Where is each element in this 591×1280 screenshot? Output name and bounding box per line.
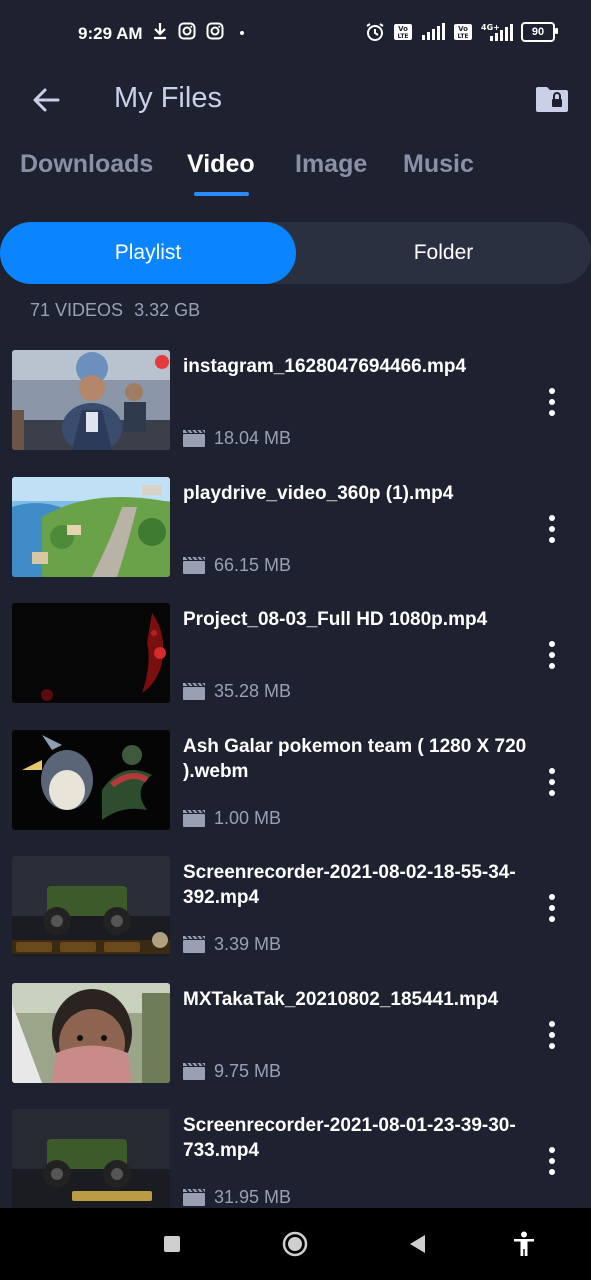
video-meta: 31.95 MB bbox=[183, 1187, 291, 1208]
video-filename: Screenrecorder-2021-08-02-18-55-34-392.m… bbox=[183, 862, 516, 908]
video-meta: 18.04 MB bbox=[183, 428, 291, 449]
video-size: 66.15 MB bbox=[214, 554, 292, 575]
private-folder-button[interactable] bbox=[533, 80, 571, 118]
instagram-icon bbox=[178, 22, 196, 40]
video-meta: 35.28 MB bbox=[183, 681, 291, 702]
video-list-item[interactable]: MXTakaTak_20210802_185441.mp4 9.75 MB bbox=[0, 975, 591, 1102]
nav-back-button[interactable] bbox=[401, 1228, 433, 1260]
video-meta: 3.39 MB bbox=[183, 934, 281, 955]
more-options-button[interactable] bbox=[540, 637, 564, 673]
status-time: 9:29 AM bbox=[78, 24, 143, 43]
svg-text:4G+: 4G+ bbox=[481, 23, 500, 32]
svg-text:LTE: LTE bbox=[457, 33, 468, 40]
accessibility-icon bbox=[514, 1231, 534, 1256]
home-circle-icon bbox=[282, 1231, 308, 1257]
tab-downloads[interactable]: Downloads bbox=[20, 150, 153, 179]
download-icon bbox=[154, 23, 166, 40]
recents-square-icon bbox=[164, 1236, 180, 1252]
alarm-icon bbox=[366, 23, 384, 41]
video-size: 1.00 MB bbox=[214, 807, 282, 828]
video-list-item[interactable]: Ash Galar pokemon team ( 1280 X 720 ).we… bbox=[0, 722, 591, 849]
video-summary: 71 VIDEOS 3.32 GB bbox=[30, 300, 206, 321]
more-options-button[interactable] bbox=[540, 764, 564, 800]
signal-4g-icon: 4G+ bbox=[481, 23, 513, 41]
dot-icon bbox=[240, 31, 244, 35]
page-title: My Files bbox=[114, 82, 222, 114]
video-thumbnail bbox=[12, 856, 170, 956]
video-list-item[interactable]: Screenrecorder-2021-08-02-18-55-34-392.m… bbox=[0, 848, 591, 975]
tab-image[interactable]: Image bbox=[295, 150, 367, 179]
tab-music[interactable]: Music bbox=[403, 150, 474, 179]
more-options-button[interactable] bbox=[540, 1017, 564, 1053]
recents-button[interactable] bbox=[156, 1228, 188, 1260]
video-list-item[interactable]: playdrive_video_360p (1).mp4 66.15 MB bbox=[0, 469, 591, 596]
video-file-icon bbox=[183, 936, 205, 953]
video-file-icon bbox=[183, 1062, 205, 1080]
more-options-button[interactable] bbox=[540, 890, 564, 926]
video-thumbnail bbox=[12, 982, 170, 1083]
status-bar: 9:29 AM Vo LTE Vo LTE 4G+ 90 bbox=[0, 0, 591, 68]
video-list-item[interactable]: instagram_1628047694466.mp4 18.04 MB bbox=[0, 342, 591, 469]
home-button[interactable] bbox=[279, 1228, 311, 1260]
video-filename: Project_08-03_Full HD 1080p.mp4 bbox=[183, 609, 488, 630]
video-count: 71 VIDEOS bbox=[30, 300, 124, 320]
tab-bar: Downloads Video Image Music bbox=[0, 150, 591, 202]
view-mode-toggle: Playlist Folder bbox=[0, 222, 591, 284]
volte-icon: VoLTE bbox=[454, 24, 472, 40]
back-triangle-icon bbox=[410, 1235, 425, 1253]
video-thumbnail bbox=[12, 350, 170, 450]
volte-icon: VoLTE bbox=[394, 24, 412, 40]
video-size: 18.04 MB bbox=[214, 428, 292, 448]
more-options-button[interactable] bbox=[540, 384, 564, 420]
svg-text:LTE: LTE bbox=[397, 33, 408, 40]
video-thumbnail bbox=[12, 1109, 170, 1209]
back-arrow-icon bbox=[33, 88, 60, 112]
video-meta: 1.00 MB bbox=[183, 808, 281, 829]
accessibility-button[interactable] bbox=[508, 1228, 540, 1260]
video-file-icon bbox=[183, 556, 205, 574]
app-bar: My Files bbox=[0, 68, 591, 134]
private-folder-icon bbox=[536, 87, 568, 112]
video-file-icon bbox=[183, 683, 205, 700]
battery-level: 90 bbox=[531, 26, 545, 38]
video-filename: MXTakaTak_20210802_185441.mp4 bbox=[183, 988, 499, 1010]
active-tab-indicator bbox=[194, 192, 249, 196]
video-meta: 66.15 MB bbox=[183, 555, 291, 576]
video-meta: 9.75 MB bbox=[183, 1061, 281, 1082]
back-button[interactable] bbox=[28, 82, 64, 118]
video-filename: Screenrecorder-2021-08-01-23-39-30-733.m… bbox=[183, 1115, 516, 1161]
battery-indicator: 90 bbox=[521, 22, 558, 42]
video-thumbnail bbox=[12, 729, 170, 830]
system-nav-bar bbox=[0, 1208, 591, 1280]
more-options-button[interactable] bbox=[540, 1143, 564, 1179]
more-options-button[interactable] bbox=[540, 511, 564, 547]
video-file-icon bbox=[183, 1189, 205, 1206]
video-list: instagram_1628047694466.mp4 18.04 MB pla… bbox=[0, 342, 591, 1228]
video-list-item[interactable]: Project_08-03_Full HD 1080p.mp4 35.28 MB bbox=[0, 595, 591, 722]
video-size: 3.39 MB bbox=[214, 934, 282, 954]
status-left-icons bbox=[152, 22, 250, 40]
signal-icon bbox=[422, 23, 445, 40]
video-size: 35.28 MB bbox=[214, 681, 292, 701]
video-size: 9.75 MB bbox=[214, 1060, 282, 1081]
video-filename: instagram_1628047694466.mp4 bbox=[183, 356, 467, 377]
total-size: 3.32 GB bbox=[134, 300, 201, 320]
video-filename: Ash Galar pokemon team ( 1280 X 720 ).we… bbox=[183, 735, 527, 782]
status-right-icons: Vo LTE Vo LTE 4G+ 90 bbox=[365, 22, 558, 42]
tab-video[interactable]: Video bbox=[187, 150, 255, 179]
instagram-icon bbox=[206, 22, 224, 40]
svg-text:Vo: Vo bbox=[458, 25, 468, 33]
svg-text:Vo: Vo bbox=[398, 25, 408, 33]
video-file-icon bbox=[183, 430, 205, 447]
video-size: 31.95 MB bbox=[214, 1187, 292, 1207]
video-thumbnail bbox=[12, 603, 170, 703]
playlist-button[interactable]: Playlist bbox=[0, 222, 296, 284]
video-filename: playdrive_video_360p (1).mp4 bbox=[183, 482, 454, 504]
video-file-icon bbox=[183, 809, 205, 827]
folder-button[interactable]: Folder bbox=[296, 222, 591, 284]
video-thumbnail bbox=[12, 476, 170, 577]
